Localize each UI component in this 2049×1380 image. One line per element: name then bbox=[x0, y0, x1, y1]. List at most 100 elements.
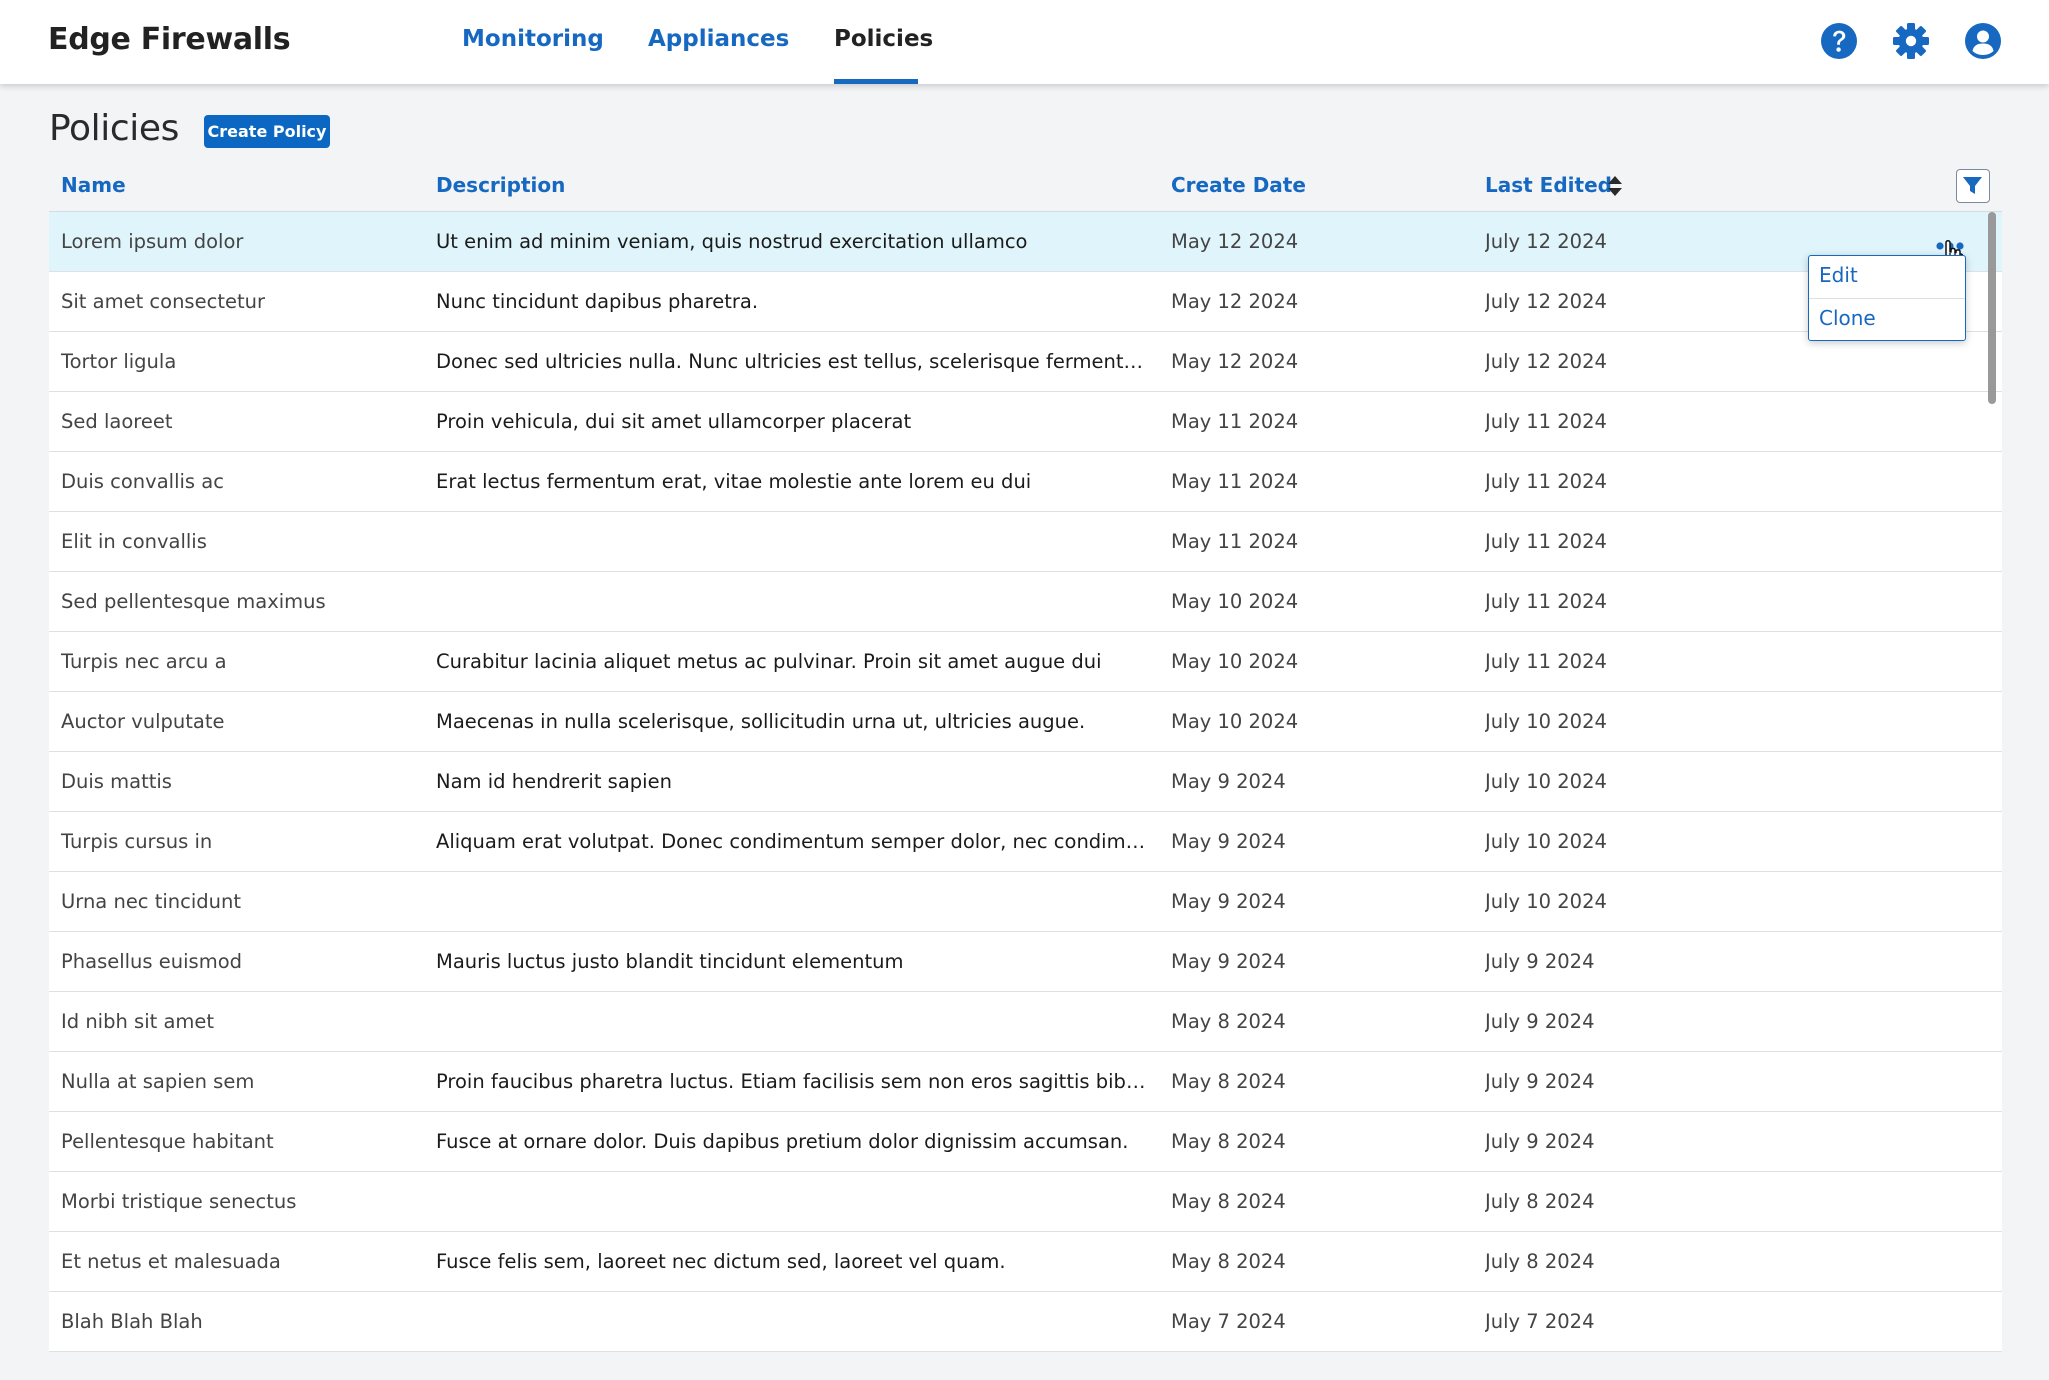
cell-description: Proin vehicula, dui sit amet ullamcorper… bbox=[436, 410, 912, 433]
cell-description: Curabitur lacinia aliquet metus ac pulvi… bbox=[436, 650, 1102, 673]
cell-create-date: May 8 2024 bbox=[1171, 1130, 1286, 1153]
table-row[interactable]: Sit amet consectetur Nunc tincidunt dapib… bbox=[49, 272, 2002, 332]
table-row[interactable]: Sed laoreet Proin vehicula, dui sit amet … bbox=[49, 392, 2002, 452]
table-row[interactable]: Id nibh sit amet May 8 2024 July 9 2024 bbox=[49, 992, 2002, 1052]
cell-create-date: May 9 2024 bbox=[1171, 770, 1286, 793]
cell-create-date: May 12 2024 bbox=[1171, 350, 1299, 373]
page-title: Policies bbox=[49, 108, 179, 149]
menu-item-edit[interactable]: Edit bbox=[1819, 263, 1858, 287]
table-row[interactable]: Turpis cursus in Aliquam erat volutpat. D… bbox=[49, 812, 2002, 872]
user-account-icon[interactable] bbox=[1963, 21, 2003, 61]
active-tab-indicator bbox=[834, 79, 918, 84]
tab-monitoring[interactable]: Monitoring bbox=[462, 26, 604, 52]
cell-name: Pellentesque habitant bbox=[61, 1130, 274, 1153]
table-row[interactable]: Phasellus euismod Mauris luctus justo bla… bbox=[49, 932, 2002, 992]
cell-last-edited: July 10 2024 bbox=[1485, 890, 1607, 913]
cell-create-date: May 12 2024 bbox=[1171, 290, 1299, 313]
filter-button[interactable] bbox=[1956, 169, 1990, 203]
cell-name: Lorem ipsum dolor bbox=[61, 230, 244, 253]
sort-icon[interactable] bbox=[1606, 173, 1624, 199]
cell-create-date: May 11 2024 bbox=[1171, 530, 1299, 553]
cell-description: Erat lectus fermentum erat, vitae molest… bbox=[436, 470, 1032, 493]
table-row[interactable]: Morbi tristique senectus May 8 2024 July 8… bbox=[49, 1172, 2002, 1232]
column-header-description[interactable]: Description bbox=[436, 173, 565, 197]
cell-description: Maecenas in nulla scelerisque, sollicitu… bbox=[436, 710, 1086, 733]
cell-create-date: May 8 2024 bbox=[1171, 1190, 1286, 1213]
table-row[interactable]: Turpis nec arcu a Curabitur lacinia aliqu… bbox=[49, 632, 2002, 692]
cell-create-date: May 10 2024 bbox=[1171, 590, 1299, 613]
cell-create-date: May 8 2024 bbox=[1171, 1070, 1286, 1093]
menu-item-clone[interactable]: Clone bbox=[1819, 306, 1876, 330]
cell-last-edited: July 9 2024 bbox=[1485, 1130, 1595, 1153]
table-row[interactable]: Et netus et malesuada Fusce felis sem, la… bbox=[49, 1232, 2002, 1292]
cell-last-edited: July 11 2024 bbox=[1485, 470, 1607, 493]
column-header-name[interactable]: Name bbox=[61, 173, 126, 197]
cell-name: Duis convallis ac bbox=[61, 470, 224, 493]
cell-last-edited: July 11 2024 bbox=[1485, 530, 1607, 553]
cell-name: Auctor vulputate bbox=[61, 710, 225, 733]
cell-create-date: May 9 2024 bbox=[1171, 950, 1286, 973]
cell-name: Tortor ligula bbox=[61, 350, 177, 373]
menu-divider bbox=[1809, 298, 1965, 299]
cell-description: Nunc tincidunt dapibus pharetra. bbox=[436, 290, 759, 313]
column-header-create-date[interactable]: Create Date bbox=[1171, 173, 1306, 197]
cell-description: Ut enim ad minim veniam, quis nostrud ex… bbox=[436, 230, 1028, 253]
cell-name: Morbi tristique senectus bbox=[61, 1190, 297, 1213]
cell-description: Aliquam erat volutpat. Donec condimentum… bbox=[436, 830, 1146, 853]
cell-last-edited: July 10 2024 bbox=[1485, 770, 1607, 793]
cell-name: Duis mattis bbox=[61, 770, 172, 793]
filter-icon bbox=[1963, 177, 1982, 194]
cell-name: Sit amet consectetur bbox=[61, 290, 265, 313]
cell-last-edited: July 11 2024 bbox=[1485, 410, 1607, 433]
cell-description: Fusce at ornare dolor. Duis dapibus pret… bbox=[436, 1130, 1129, 1153]
cell-create-date: May 10 2024 bbox=[1171, 710, 1299, 733]
row-actions-menu: Edit Clone bbox=[1808, 255, 1966, 341]
cell-description: Proin faucibus pharetra luctus. Etiam fa… bbox=[436, 1070, 1146, 1093]
table-row[interactable]: Elit in convallis May 11 2024 July 11 2024 bbox=[49, 512, 2002, 572]
cell-last-edited: July 11 2024 bbox=[1485, 650, 1607, 673]
app-title: Edge Firewalls bbox=[48, 22, 291, 57]
table-row[interactable]: Urna nec tincidunt May 9 2024 July 10 2024 bbox=[49, 872, 2002, 932]
cell-last-edited: July 9 2024 bbox=[1485, 1010, 1595, 1033]
cell-name: Turpis nec arcu a bbox=[61, 650, 227, 673]
scrollbar-thumb[interactable] bbox=[1988, 212, 1996, 404]
cell-create-date: May 10 2024 bbox=[1171, 650, 1299, 673]
cell-create-date: May 11 2024 bbox=[1171, 470, 1299, 493]
cell-name: Sed laoreet bbox=[61, 410, 173, 433]
cell-create-date: May 8 2024 bbox=[1171, 1010, 1286, 1033]
cell-last-edited: July 10 2024 bbox=[1485, 830, 1607, 853]
table-row[interactable]: Lorem ipsum dolor Ut enim ad minim veniam… bbox=[49, 212, 2002, 272]
cell-create-date: May 9 2024 bbox=[1171, 830, 1286, 853]
cell-description: Donec sed ultricies nulla. Nunc ultricie… bbox=[436, 350, 1146, 373]
create-policy-button[interactable]: Create Policy bbox=[204, 115, 330, 148]
tab-appliances[interactable]: Appliances bbox=[648, 26, 789, 52]
cell-last-edited: July 12 2024 bbox=[1485, 290, 1607, 313]
table-row[interactable]: Tortor ligula Donec sed ultricies nulla. … bbox=[49, 332, 2002, 392]
table-row[interactable]: Nulla at sapien sem Proin faucibus pharet… bbox=[49, 1052, 2002, 1112]
cell-name: Nulla at sapien sem bbox=[61, 1070, 255, 1093]
cell-last-edited: July 11 2024 bbox=[1485, 590, 1607, 613]
gear-icon[interactable] bbox=[1891, 21, 1931, 61]
cell-last-edited: July 8 2024 bbox=[1485, 1190, 1595, 1213]
cell-last-edited: July 7 2024 bbox=[1485, 1310, 1595, 1333]
cell-name: Blah Blah Blah bbox=[61, 1310, 203, 1333]
table-row[interactable]: Sed pellentesque maximus May 10 2024 July … bbox=[49, 572, 2002, 632]
column-header-last-edited[interactable]: Last Edited bbox=[1485, 173, 1612, 197]
table-row[interactable]: Duis mattis Nam id hendrerit sapien May 9 … bbox=[49, 752, 2002, 812]
help-icon[interactable] bbox=[1819, 21, 1859, 61]
table-row[interactable]: Duis convallis ac Erat lectus fermentum e… bbox=[49, 452, 2002, 512]
cell-last-edited: July 9 2024 bbox=[1485, 950, 1595, 973]
cell-last-edited: July 10 2024 bbox=[1485, 710, 1607, 733]
table-row[interactable]: Pellentesque habitant Fusce at ornare dol… bbox=[49, 1112, 2002, 1172]
cell-description: Nam id hendrerit sapien bbox=[436, 770, 672, 793]
more-actions-icon[interactable] bbox=[1935, 234, 1965, 250]
table-row[interactable]: Auctor vulputate Maecenas in nulla sceler… bbox=[49, 692, 2002, 752]
cell-create-date: May 11 2024 bbox=[1171, 410, 1299, 433]
cell-create-date: May 9 2024 bbox=[1171, 890, 1286, 913]
top-navigation-bar: Edge Firewalls Monitoring Appliances Pol… bbox=[0, 0, 2049, 84]
table-row[interactable]: Blah Blah Blah May 7 2024 July 7 2024 bbox=[49, 1292, 2002, 1352]
tab-policies[interactable]: Policies bbox=[834, 26, 933, 52]
cell-last-edited: July 9 2024 bbox=[1485, 1070, 1595, 1093]
cell-name: Et netus et malesuada bbox=[61, 1250, 281, 1273]
cell-description: Mauris luctus justo blandit tincidunt el… bbox=[436, 950, 904, 973]
